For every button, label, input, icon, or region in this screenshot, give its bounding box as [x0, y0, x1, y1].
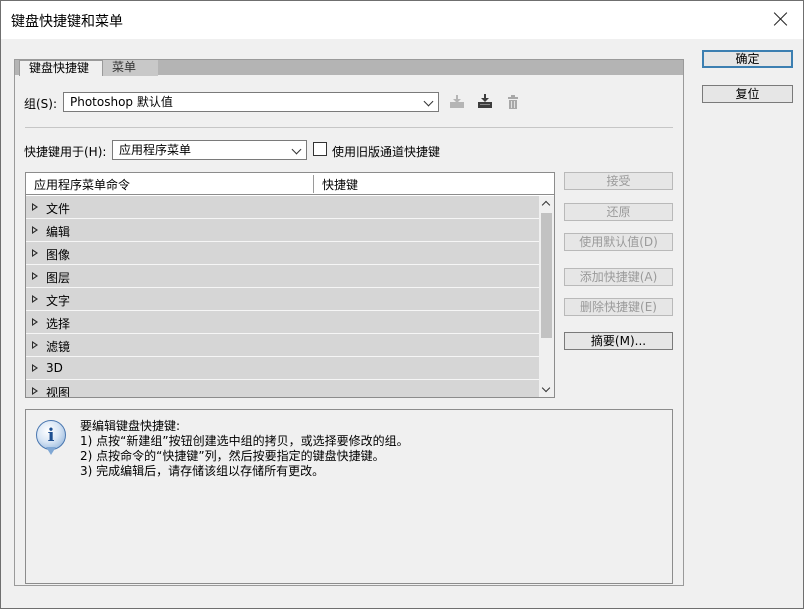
- set-select-value: Photoshop 默认值: [70, 95, 173, 109]
- legacy-channel-shortcuts-label: 使用旧版通道快捷键: [332, 145, 441, 159]
- main-panel: 键盘快捷键 菜单 组(S): Photoshop 默认值 快捷键用于(H): 应…: [14, 59, 684, 586]
- legacy-channel-shortcuts-checkbox[interactable]: [313, 142, 327, 156]
- row-label: 3D: [46, 361, 63, 375]
- title-bar: 键盘快捷键和菜单: [1, 1, 803, 39]
- expand-triangle-icon[interactable]: [32, 249, 38, 257]
- row-label: 编辑: [46, 225, 71, 239]
- new-set-icon[interactable]: [475, 92, 495, 112]
- column-header-command[interactable]: 应用程序菜单命令: [34, 176, 130, 193]
- instruction-line: 1) 点按“新建组”按钮创建选中组的拷贝，或选择要修改的组。: [80, 434, 409, 448]
- table-row[interactable]: 3D: [26, 357, 539, 380]
- delete-set-icon[interactable]: [503, 92, 523, 112]
- table-row[interactable]: 图像: [26, 242, 539, 265]
- keyboard-shortcuts-dialog: 键盘快捷键和菜单 确定 复位 键盘快捷键 菜单 组(S): Photoshop …: [0, 0, 804, 609]
- tab-menus[interactable]: 菜单: [103, 60, 158, 76]
- expand-triangle-icon[interactable]: [32, 226, 38, 234]
- expand-triangle-icon[interactable]: [32, 203, 38, 211]
- info-icon: i: [36, 420, 66, 450]
- info-icon-tail: [46, 447, 56, 455]
- table-rows: 文件 编辑 图像 图层 文字 选择 滤镜 3D 视图: [26, 196, 539, 397]
- instructions-box: i 要编辑键盘快捷键: 1) 点按“新建组”按钮创建选中组的拷贝，或选择要修改的…: [25, 409, 673, 584]
- separator: [25, 127, 673, 128]
- expand-triangle-icon[interactable]: [32, 387, 38, 395]
- table-row[interactable]: 编辑: [26, 219, 539, 242]
- set-select[interactable]: Photoshop 默认值: [63, 92, 439, 112]
- column-header-shortcut[interactable]: 快捷键: [322, 176, 358, 193]
- shortcuts-for-select[interactable]: 应用程序菜单: [112, 140, 307, 160]
- reset-button[interactable]: 复位: [702, 85, 793, 103]
- instruction-line: 3) 完成编辑后，请存储该组以存储所有更改。: [80, 464, 325, 478]
- table-row[interactable]: 视图: [26, 380, 539, 397]
- table-row[interactable]: 滤镜: [26, 334, 539, 357]
- row-label: 图像: [46, 248, 71, 262]
- tab-keyboard-shortcuts[interactable]: 键盘快捷键: [19, 60, 103, 76]
- use-default-button[interactable]: 使用默认值(D): [564, 233, 673, 251]
- accept-button[interactable]: 接受: [564, 172, 673, 190]
- scroll-down-icon[interactable]: [539, 382, 554, 397]
- expand-triangle-icon[interactable]: [32, 295, 38, 303]
- close-icon[interactable]: [771, 9, 791, 29]
- instruction-line: 2) 点按命令的“快捷键”列，然后按要指定的键盘快捷键。: [80, 449, 385, 463]
- row-label: 图层: [46, 271, 71, 285]
- chevron-down-icon: [423, 96, 434, 107]
- undo-button[interactable]: 还原: [564, 203, 673, 221]
- row-label: 视图: [46, 386, 71, 397]
- expand-triangle-icon[interactable]: [32, 272, 38, 280]
- save-set-icon[interactable]: [447, 92, 467, 112]
- chevron-down-icon: [291, 144, 302, 155]
- row-label: 选择: [46, 317, 71, 331]
- instructions-text: 要编辑键盘快捷键: 1) 点按“新建组”按钮创建选中组的拷贝，或选择要修改的组。…: [80, 419, 409, 479]
- table-row[interactable]: 图层: [26, 265, 539, 288]
- dialog-title: 键盘快捷键和菜单: [11, 14, 123, 30]
- summarize-button[interactable]: 摘要(M)...: [564, 332, 673, 350]
- table-header: 应用程序菜单命令 快捷键: [26, 173, 554, 195]
- expand-triangle-icon[interactable]: [32, 341, 38, 349]
- shortcuts-for-value: 应用程序菜单: [119, 143, 192, 157]
- vertical-scrollbar[interactable]: [539, 196, 554, 397]
- scroll-up-icon[interactable]: [539, 196, 554, 211]
- table-row[interactable]: 文字: [26, 288, 539, 311]
- table-row[interactable]: 文件: [26, 196, 539, 219]
- set-label: 组(S):: [24, 97, 58, 111]
- ok-button[interactable]: 确定: [702, 50, 793, 68]
- column-divider[interactable]: [313, 175, 314, 193]
- expand-triangle-icon[interactable]: [32, 318, 38, 326]
- add-shortcut-button[interactable]: 添加快捷键(A): [564, 268, 673, 286]
- table-row[interactable]: 选择: [26, 311, 539, 334]
- shortcuts-for-label: 快捷键用于(H):: [24, 145, 107, 159]
- row-label: 滤镜: [46, 340, 71, 354]
- shortcuts-table: 应用程序菜单命令 快捷键 文件 编辑 图像 图层 文字 选择 滤镜 3D 视图: [25, 172, 555, 398]
- expand-triangle-icon[interactable]: [32, 364, 38, 372]
- row-label: 文字: [46, 294, 71, 308]
- row-label: 文件: [46, 202, 71, 216]
- scroll-thumb[interactable]: [541, 213, 552, 338]
- delete-shortcut-button[interactable]: 删除快捷键(E): [564, 298, 673, 316]
- instructions-heading: 要编辑键盘快捷键:: [80, 419, 181, 433]
